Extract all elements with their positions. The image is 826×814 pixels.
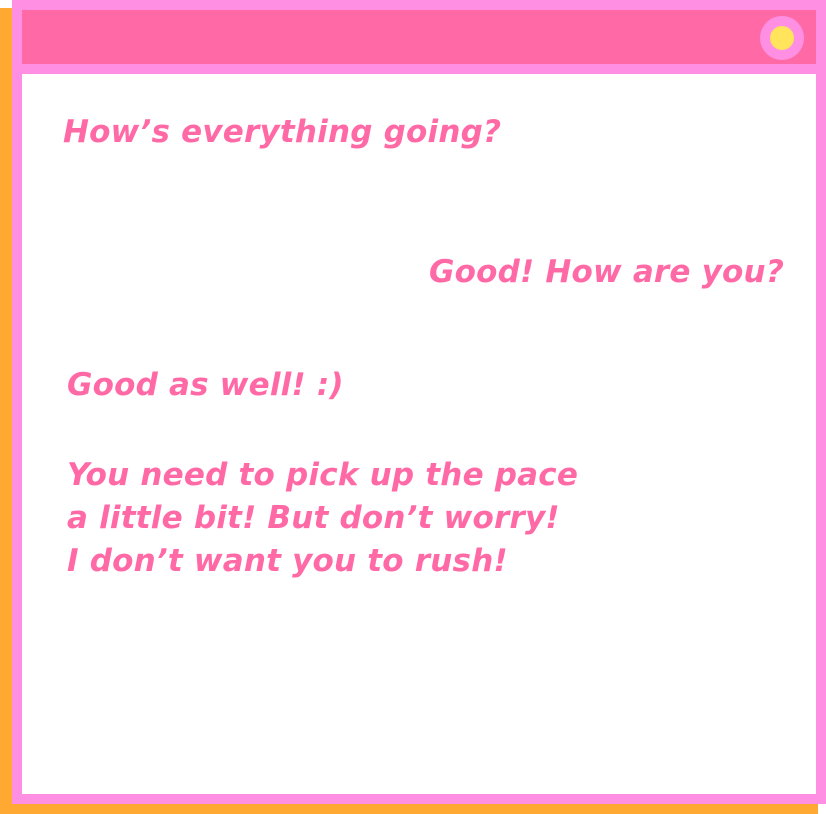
chat-message-line: I don’t want you to rush! [67,543,508,579]
status-dot-button[interactable] [760,16,804,60]
chat-message: Good! How are you? [428,254,784,290]
chat-message: Good as well! :) [67,367,344,403]
status-dot-icon [770,26,794,50]
chat-message: How’s everything going? [63,114,502,150]
stage: How’s everything going? Good! How are yo… [0,0,826,814]
chat-content: How’s everything going? Good! How are yo… [22,74,816,794]
title-bar[interactable] [22,10,816,64]
chat-message-line: You need to pick up the pace [67,457,579,493]
chat-message: You need to pick up the pace a little bi… [67,454,578,583]
chat-window: How’s everything going? Good! How are yo… [12,0,826,804]
chat-message-line: a little bit! But don’t worry! [67,500,560,536]
